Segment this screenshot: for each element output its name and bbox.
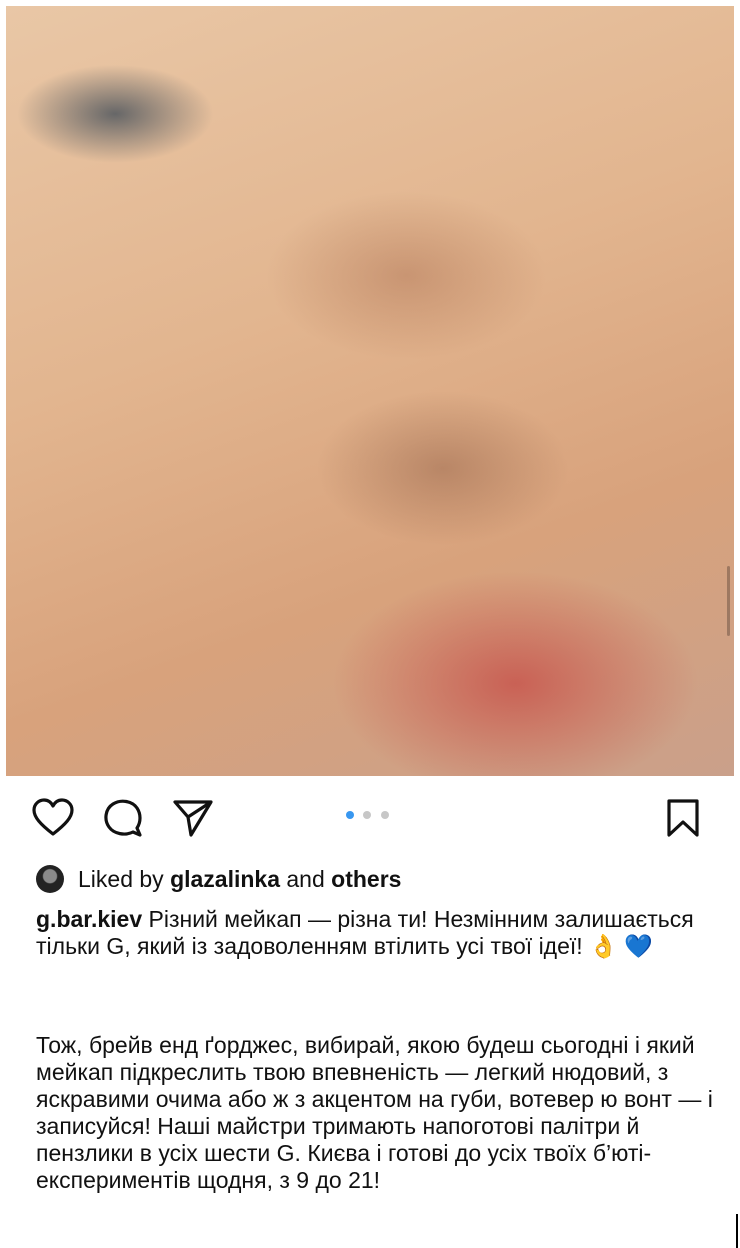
likes-and: and: [286, 865, 325, 892]
scroll-indicator: [727, 566, 730, 636]
comment-icon[interactable]: [103, 798, 143, 838]
bookmark-icon[interactable]: [666, 798, 700, 838]
paper-plane-icon[interactable]: [172, 798, 214, 838]
post-photo[interactable]: [6, 6, 734, 776]
likes-row: Liked by glazalinka and others: [36, 864, 401, 894]
liker-username[interactable]: glazalinka: [170, 866, 280, 893]
caption-username[interactable]: g.bar.kiev: [36, 906, 142, 932]
carousel-indicator: [346, 811, 394, 821]
post-caption: g.bar.kiev Різний мейкап — різна ти! Нез…: [36, 906, 716, 960]
likes-others-link[interactable]: others: [331, 866, 401, 893]
carousel-dot: [380, 811, 389, 819]
heart-icon[interactable]: [32, 798, 74, 838]
carousel-dot-active: [346, 811, 354, 819]
carousel-dot: [363, 811, 372, 819]
likes-prefix: Liked by: [78, 865, 164, 892]
liker-avatar[interactable]: [36, 865, 64, 893]
caption-paragraph-2: Тож, брейв енд ґорджес, вибирай, якою бу…: [36, 1032, 713, 1193]
text-cursor: [736, 1214, 738, 1248]
